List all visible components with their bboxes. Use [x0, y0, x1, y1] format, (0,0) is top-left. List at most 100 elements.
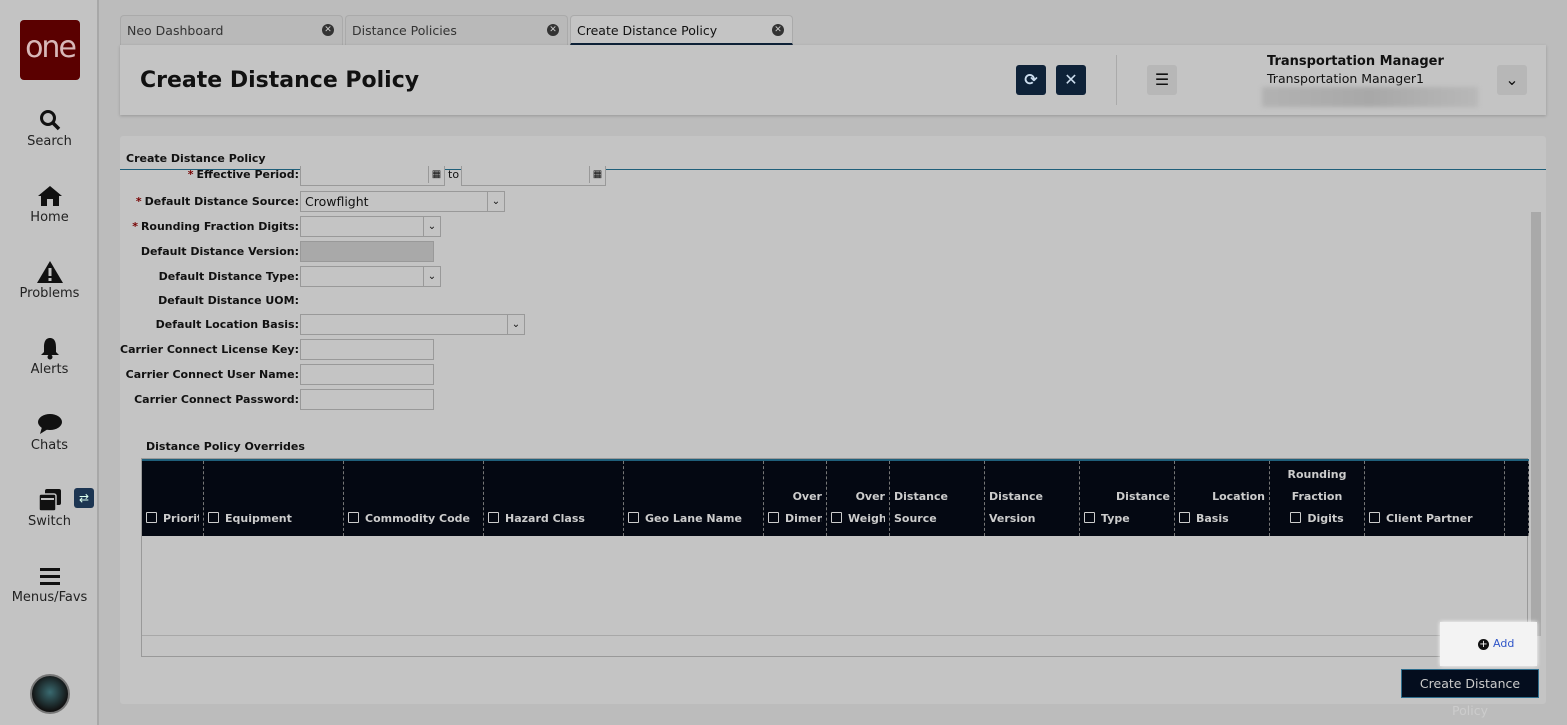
add-area: + Add: [1440, 622, 1537, 666]
home-icon: [37, 186, 62, 206]
calendar-icon[interactable]: ▦: [428, 166, 444, 183]
menu-button[interactable]: ☰: [1147, 65, 1177, 95]
sidebar-item-chats[interactable]: Chats: [0, 412, 99, 453]
sidebar-item-home[interactable]: Home: [0, 184, 99, 225]
calendar-icon[interactable]: ▦: [589, 166, 605, 183]
to-label: to: [448, 168, 460, 181]
column-header[interactable]: Priorit: [142, 461, 204, 536]
user-name-label: Carrier Connect User Name:: [125, 368, 299, 381]
bell-icon: [40, 338, 59, 360]
edit-icon: [348, 512, 359, 523]
edit-icon: [1179, 512, 1190, 523]
chevron-down-icon: ⌄: [487, 192, 504, 211]
sidebar-item-menus-favs[interactable]: Menus/Favs: [0, 564, 99, 605]
column-filler: [1505, 461, 1529, 536]
default-distance-type-label: Default Distance Type:: [158, 270, 299, 283]
column-header[interactable]: Distance Source: [890, 461, 985, 536]
rounding-fraction-digits-select[interactable]: ⌄: [300, 216, 441, 237]
close-button[interactable]: ✕: [1056, 65, 1086, 95]
default-location-basis-label: Default Location Basis:: [155, 318, 299, 331]
overrides-table: Priorit Equipment Commodity Code Hazard Cla…: [141, 458, 1529, 657]
scrollbar[interactable]: [1529, 172, 1543, 658]
scrollbar-thumb[interactable]: [1531, 212, 1541, 636]
column-header[interactable]: Distance Type: [1080, 461, 1175, 536]
sidebar-item-label: Search: [27, 134, 72, 149]
close-tab-icon[interactable]: ✕: [322, 24, 334, 36]
overrides-title: Distance Policy Overrides: [146, 440, 305, 453]
tab-label: Neo Dashboard: [127, 23, 224, 38]
column-header[interactable]: Distance Version: [985, 461, 1080, 536]
user-menu-chevron-down-icon[interactable]: ⌄: [1497, 65, 1527, 95]
table-footer-divider: [142, 635, 1529, 636]
sidebar-item-label: Alerts: [30, 362, 69, 377]
column-header[interactable]: Rounding Fraction Digits: [1270, 461, 1365, 536]
page-title: Create Distance Policy: [140, 68, 420, 93]
app-logo[interactable]: one: [20, 20, 80, 80]
default-location-basis-select[interactable]: ⌄: [300, 314, 525, 335]
edit-icon: [768, 512, 779, 523]
create-policy-panel: Create Distance Policy * Effective Period…: [120, 136, 1546, 718]
user-name: Transportation Manager1: [1267, 71, 1424, 86]
search-icon: [39, 110, 60, 131]
close-tab-icon[interactable]: ✕: [772, 24, 784, 36]
create-distance-policy-button[interactable]: Create Distance Policy: [1401, 669, 1539, 718]
edit-icon: [1290, 512, 1302, 523]
default-distance-source-label: * Default Distance Source:: [135, 195, 299, 208]
edit-icon: [146, 512, 157, 523]
sidebar-item-alerts[interactable]: Alerts: [0, 336, 99, 377]
tab-neo-dashboard[interactable]: Neo Dashboard ✕: [120, 15, 343, 45]
refresh-button[interactable]: ⟳: [1016, 65, 1046, 95]
column-header[interactable]: Commodity Code: [344, 461, 484, 536]
column-header[interactable]: Over Weigh: [827, 461, 890, 536]
default-distance-uom-label: Default Distance UOM:: [158, 294, 299, 307]
column-header[interactable]: Equipment: [204, 461, 344, 536]
sidebar-item-label: Switch: [28, 514, 71, 529]
tab-label: Create Distance Policy: [577, 23, 718, 38]
sidebar: one Search Home Problems Alerts Chats Sw…: [0, 0, 99, 725]
chevron-down-icon: ⌄: [423, 267, 440, 286]
tab-distance-policies[interactable]: Distance Policies ✕: [345, 15, 568, 45]
effective-from-input[interactable]: ▦: [300, 166, 445, 186]
edit-icon: [1084, 512, 1095, 523]
column-header[interactable]: Over Dimen: [764, 461, 827, 536]
panel-title: Create Distance Policy: [126, 152, 266, 165]
default-distance-version-input: [300, 241, 434, 262]
column-header[interactable]: Hazard Class: [484, 461, 624, 536]
default-distance-version-label: Default Distance Version:: [140, 245, 299, 258]
sidebar-item-search[interactable]: Search: [0, 108, 99, 149]
switch-badge-icon[interactable]: ⇄: [74, 488, 94, 508]
user-avatar[interactable]: [30, 674, 70, 714]
user-name-input[interactable]: [300, 364, 434, 385]
sidebar-item-label: Problems: [19, 286, 80, 301]
sidebar-item-problems[interactable]: Problems: [0, 260, 99, 301]
license-key-input[interactable]: [300, 339, 434, 360]
chevron-down-icon: ⌄: [423, 217, 440, 236]
column-header[interactable]: Client Partner: [1365, 461, 1505, 536]
password-label: Carrier Connect Password:: [134, 393, 299, 406]
tab-create-distance-policy[interactable]: Create Distance Policy ✕: [570, 15, 793, 45]
warning-icon: [36, 261, 63, 283]
default-distance-type-select[interactable]: ⌄: [300, 266, 441, 287]
effective-to-input[interactable]: ▦: [461, 166, 606, 186]
switch-icon: [37, 489, 61, 512]
sidebar-item-label: Menus/Favs: [11, 590, 88, 605]
edit-icon: [831, 512, 842, 523]
license-key-label: Carrier Connect License Key:: [120, 343, 299, 356]
column-header[interactable]: Location Basis: [1175, 461, 1270, 536]
tab-label: Distance Policies: [352, 23, 457, 38]
table-header: Priorit Equipment Commodity Code Hazard Cla…: [142, 459, 1529, 536]
default-distance-source-select[interactable]: Crowflight ⌄: [300, 191, 505, 212]
user-role: Transportation Manager: [1267, 54, 1444, 69]
close-tab-icon[interactable]: ✕: [547, 24, 559, 36]
column-header[interactable]: Geo Lane Name: [624, 461, 764, 536]
edit-icon: [488, 512, 499, 523]
page-header: Create Distance Policy ⟳ ✕ ☰ Transportat…: [120, 45, 1546, 115]
sidebar-item-label: Chats: [30, 438, 69, 453]
password-input[interactable]: [300, 389, 434, 410]
edit-icon: [628, 512, 639, 523]
edit-icon: [1369, 512, 1380, 523]
chevron-down-icon: ⌄: [507, 315, 524, 334]
edit-icon: [208, 512, 219, 523]
menu-icon: [39, 568, 60, 585]
add-button[interactable]: + Add: [1478, 637, 1514, 650]
